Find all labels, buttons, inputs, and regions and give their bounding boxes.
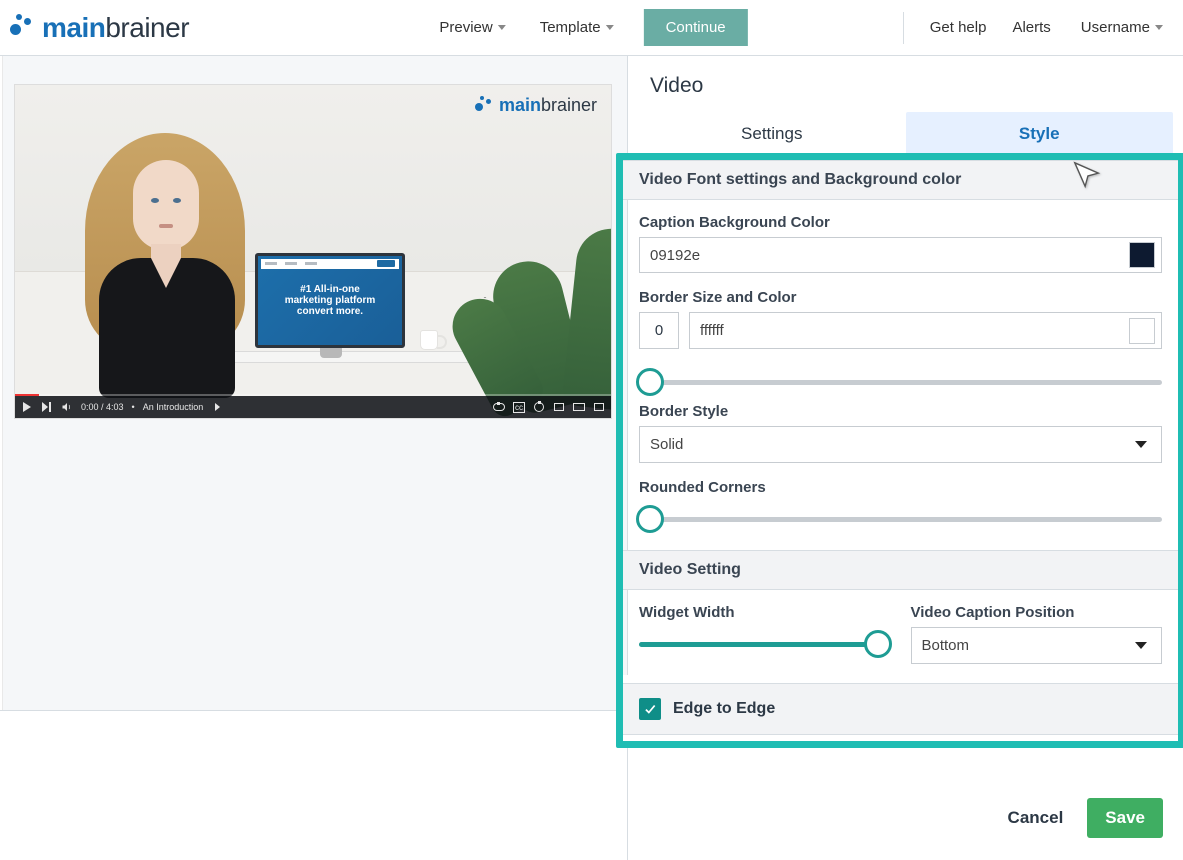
divider (903, 12, 904, 44)
chevron-down-icon (1135, 441, 1147, 448)
preview-label: Preview (439, 19, 492, 36)
video-time: 0:00 / 4:03 (81, 402, 124, 412)
border-style-select[interactable]: Solid (639, 426, 1162, 463)
chevron-down-icon (1135, 642, 1147, 649)
rounded-corners-slider[interactable] (639, 502, 1162, 536)
border-color-input[interactable]: ffffff (689, 312, 1162, 349)
person-graphic (55, 98, 275, 398)
preview-dropdown[interactable]: Preview (435, 13, 509, 42)
save-button[interactable]: Save (1087, 798, 1163, 838)
video-title: An Introduction (143, 402, 204, 412)
caption-position-value: Bottom (922, 637, 970, 654)
video-watermark-logo: mainbrainer (474, 95, 597, 116)
canvas-bottom-blank (0, 710, 627, 860)
border-color-value: ffffff (700, 322, 724, 339)
edge-to-edge-label: Edge to Edge (673, 700, 775, 718)
username-dropdown[interactable]: Username (1077, 13, 1167, 42)
section-font-bg-title: Video Font settings and Background color (623, 160, 1178, 200)
center-nav: Preview Template Continue (435, 0, 747, 55)
chevron-down-icon (498, 25, 506, 30)
caption-position-select[interactable]: Bottom (911, 627, 1163, 664)
video-controls: 0:00 / 4:03 • An Introduction cc (15, 396, 611, 418)
border-size-input[interactable]: 0 (639, 312, 679, 349)
border-size-slider[interactable] (639, 365, 1162, 399)
settings-gear-icon[interactable] (533, 401, 545, 413)
volume-icon[interactable] (61, 401, 73, 413)
caption-bg-value: 09192e (650, 247, 700, 264)
autoplay-icon[interactable] (493, 401, 505, 413)
slider-thumb[interactable] (636, 368, 664, 396)
template-dropdown[interactable]: Template (536, 13, 618, 42)
border-color-swatch[interactable] (1129, 318, 1155, 344)
section-video-setting-title: Video Setting (623, 550, 1178, 590)
fullscreen-icon[interactable] (593, 401, 605, 413)
caption-bg-input[interactable]: 09192e (639, 237, 1162, 273)
edge-to-edge-checkbox[interactable] (639, 698, 661, 720)
username-label: Username (1081, 19, 1150, 36)
widget-width-slider[interactable] (639, 627, 891, 661)
border-style-label: Border Style (639, 403, 1162, 420)
logo-text: mainbrainer (42, 14, 189, 42)
get-help-link[interactable]: Get help (930, 19, 987, 36)
right-nav: Get help Alerts Username (903, 12, 1167, 44)
editor-canvas: #1 All-in-one marketing platform convert… (0, 56, 628, 860)
widget-width-label: Widget Width (639, 604, 891, 621)
panel-tabs: Settings Style (638, 112, 1173, 157)
monitor-graphic: #1 All-in-one marketing platform convert… (255, 253, 405, 348)
properties-panel: Video Settings Style Video Font settings… (628, 56, 1183, 860)
continue-button[interactable]: Continue (644, 9, 748, 46)
caption-bg-swatch[interactable] (1129, 242, 1155, 268)
top-bar: mainbrainer Preview Template Continue Ge… (0, 0, 1183, 56)
rounded-corners-label: Rounded Corners (639, 479, 1162, 496)
theatre-icon[interactable] (573, 401, 585, 413)
alerts-link[interactable]: Alerts (1012, 19, 1050, 36)
play-icon[interactable] (21, 401, 33, 413)
style-highlight-frame: Video Font settings and Background color… (616, 153, 1183, 748)
cancel-button[interactable]: Cancel (1002, 807, 1070, 829)
chevron-down-icon (606, 25, 614, 30)
border-style-value: Solid (650, 436, 683, 453)
chevron-down-icon (1155, 25, 1163, 30)
cc-icon[interactable]: cc (513, 401, 525, 413)
miniplayer-icon[interactable] (553, 401, 565, 413)
caption-bg-label: Caption Background Color (639, 214, 1162, 231)
video-preview[interactable]: #1 All-in-one marketing platform convert… (14, 84, 612, 419)
chevron-right-icon[interactable] (211, 401, 223, 413)
caption-position-label: Video Caption Position (911, 604, 1163, 621)
panel-footer: Cancel Save (1002, 798, 1163, 838)
slider-thumb[interactable] (864, 630, 892, 658)
tab-style[interactable]: Style (906, 112, 1174, 156)
next-icon[interactable] (41, 401, 53, 413)
logo-dots-icon (8, 14, 36, 42)
logo[interactable]: mainbrainer (8, 14, 189, 42)
panel-title: Video (628, 56, 1183, 112)
template-label: Template (540, 19, 601, 36)
border-label: Border Size and Color (639, 289, 1162, 306)
edge-to-edge-row[interactable]: Edge to Edge (623, 683, 1178, 735)
tab-settings[interactable]: Settings (638, 112, 906, 156)
slider-thumb[interactable] (636, 505, 664, 533)
